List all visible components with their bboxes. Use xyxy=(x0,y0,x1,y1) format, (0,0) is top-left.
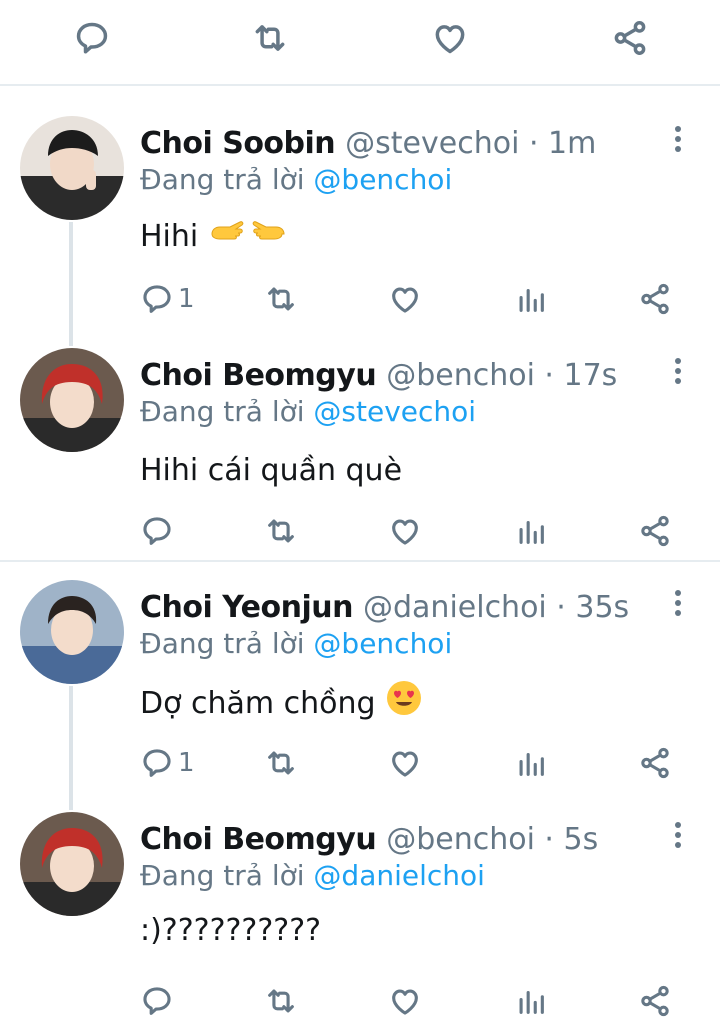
reply-icon xyxy=(143,987,171,1015)
tweet-header: Choi Yeonjun @danielchoi · 35s xyxy=(140,588,629,628)
analytics-button[interactable] xyxy=(514,510,548,552)
analytics-icon xyxy=(519,520,544,544)
replying-label: Đang trả lời xyxy=(140,163,314,196)
analytics-button[interactable] xyxy=(514,980,548,1022)
like-icon[interactable] xyxy=(430,18,470,58)
tweet-text-content: Dợ chăm chồng xyxy=(140,686,376,721)
replying-label: Đang trả lời xyxy=(140,859,314,892)
handle-time: @benchoi · 5s xyxy=(386,822,599,857)
tweet-text-content: :)?????????? xyxy=(140,913,322,948)
reply-handle-link[interactable]: @benchoi xyxy=(313,163,452,196)
retweet-button[interactable] xyxy=(264,742,298,784)
more-options-icon[interactable] xyxy=(664,588,692,618)
retweet-icon xyxy=(268,751,294,775)
retweet-icon xyxy=(268,989,294,1013)
tweet-text: Dợ chăm chồng xyxy=(140,680,422,728)
like-icon xyxy=(392,287,418,313)
tweet-actions: 1 xyxy=(0,278,720,320)
retweet-button[interactable] xyxy=(264,980,298,1022)
reply-handle-link[interactable]: @benchoi xyxy=(313,627,452,660)
share-icon xyxy=(641,985,669,1017)
more-options-icon[interactable] xyxy=(664,356,692,386)
tweet[interactable]: Choi Yeonjun @danielchoi · 35s Đang trả l… xyxy=(0,580,720,788)
reply-button[interactable] xyxy=(140,510,178,552)
reply-count: 1 xyxy=(178,748,195,778)
like-button[interactable] xyxy=(388,742,422,784)
reply-handle-link[interactable]: @stevechoi xyxy=(313,395,476,428)
reply-icon xyxy=(143,749,171,777)
reply-icon xyxy=(143,285,171,313)
like-icon xyxy=(392,519,418,545)
analytics-button[interactable] xyxy=(514,742,548,784)
reply-icon xyxy=(143,517,171,545)
analytics-icon xyxy=(519,288,544,312)
display-name[interactable]: Choi Beomgyu xyxy=(140,822,377,857)
share-icon xyxy=(641,747,669,779)
analytics-button[interactable] xyxy=(514,278,548,320)
replying-label: Đang trả lời xyxy=(140,395,314,428)
tweet[interactable]: Choi Beomgyu @benchoi · 5s Đang trả lời @… xyxy=(0,812,720,1026)
tweet[interactable]: Choi Beomgyu @benchoi · 17s Đang trả lời … xyxy=(0,348,720,556)
tweet-actions xyxy=(0,510,720,552)
share-icon[interactable] xyxy=(610,18,650,58)
tweet-text: :)?????????? xyxy=(140,910,321,952)
share-button[interactable] xyxy=(638,742,672,784)
retweet-button[interactable] xyxy=(264,278,298,320)
replying-label: Đang trả lời xyxy=(140,627,314,660)
reply-count: 1 xyxy=(178,284,195,314)
parent-tweet-actions xyxy=(0,0,720,86)
like-button[interactable] xyxy=(388,980,422,1022)
reply-handle-link[interactable]: @danielchoi xyxy=(313,859,485,892)
tweet-actions xyxy=(0,980,720,1022)
tweet-text: Hihi xyxy=(140,216,288,258)
tweet-text-content: Hihi cái quần què xyxy=(140,453,403,488)
retweet-icon xyxy=(268,519,294,543)
handle-time: @benchoi · 17s xyxy=(386,358,618,393)
like-button[interactable] xyxy=(388,510,422,552)
reply-button[interactable]: 1 xyxy=(140,742,195,784)
avatar[interactable] xyxy=(20,812,124,916)
share-icon xyxy=(641,283,669,315)
pointing-hands-emoji xyxy=(208,216,288,258)
tweet-text: Hihi cái quần què xyxy=(140,450,402,492)
replying-to: Đang trả lời @benchoi xyxy=(140,624,452,664)
avatar[interactable] xyxy=(20,348,124,452)
share-button[interactable] xyxy=(638,278,672,320)
share-button[interactable] xyxy=(638,980,672,1022)
retweet-icon[interactable] xyxy=(250,18,290,58)
avatar[interactable] xyxy=(20,580,124,684)
tweet-text-content: Hihi xyxy=(140,219,199,254)
replying-to: Đang trả lời @danielchoi xyxy=(140,856,485,896)
handle-time: @danielchoi · 35s xyxy=(363,590,630,625)
analytics-icon xyxy=(519,990,544,1014)
tweet-header: Choi Beomgyu @benchoi · 5s xyxy=(140,820,598,860)
retweet-icon xyxy=(268,287,294,311)
share-icon xyxy=(641,515,669,547)
display-name[interactable]: Choi Soobin xyxy=(140,126,336,161)
replying-to: Đang trả lời @stevechoi xyxy=(140,392,476,432)
tweet-actions: 1 xyxy=(0,742,720,784)
retweet-button[interactable] xyxy=(264,510,298,552)
share-button[interactable] xyxy=(638,510,672,552)
avatar[interactable] xyxy=(20,116,124,220)
like-icon xyxy=(392,751,418,777)
reply-button[interactable] xyxy=(140,980,178,1022)
reply-button[interactable]: 1 xyxy=(140,278,195,320)
thread-divider xyxy=(0,560,720,562)
handle-time: @stevechoi · 1m xyxy=(345,126,597,161)
tweet-header: Choi Soobin @stevechoi · 1m xyxy=(140,124,596,164)
reply-icon[interactable] xyxy=(72,18,112,58)
like-icon xyxy=(392,989,418,1015)
analytics-icon xyxy=(519,752,544,776)
display-name[interactable]: Choi Beomgyu xyxy=(140,358,377,393)
heart-eyes-emoji xyxy=(386,680,422,728)
tweet[interactable]: Choi Soobin @stevechoi · 1m Đang trả lời … xyxy=(0,116,720,324)
more-options-icon[interactable] xyxy=(664,124,692,154)
tweet-header: Choi Beomgyu @benchoi · 17s xyxy=(140,356,617,396)
display-name[interactable]: Choi Yeonjun xyxy=(140,590,354,625)
like-button[interactable] xyxy=(388,278,422,320)
replying-to: Đang trả lời @benchoi xyxy=(140,160,452,200)
more-options-icon[interactable] xyxy=(664,820,692,850)
